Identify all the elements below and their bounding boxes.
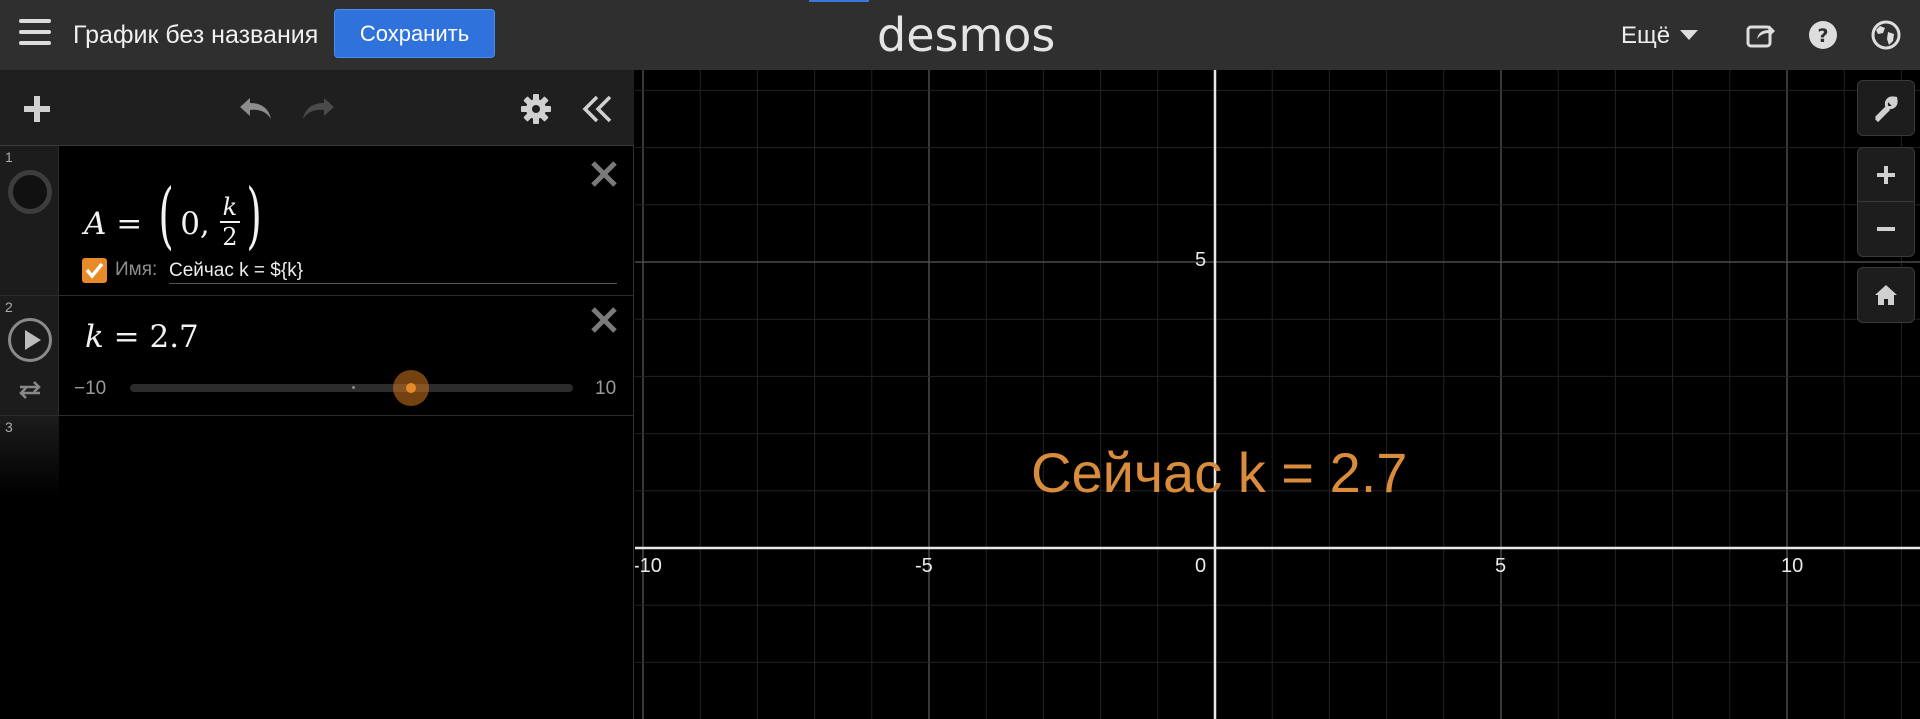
save-button[interactable]: Сохранить bbox=[334, 9, 495, 58]
expression-math[interactable]: A = (0, k 2) bbox=[84, 174, 268, 251]
slider-thumb[interactable] bbox=[393, 370, 430, 406]
x-tick-label: 10 bbox=[1781, 555, 1804, 577]
graph-settings-button[interactable] bbox=[1858, 81, 1914, 135]
label-text-input[interactable] bbox=[169, 258, 617, 284]
grid-lines bbox=[635, 70, 1920, 719]
expression-index: 1 bbox=[5, 149, 13, 165]
slider-track[interactable] bbox=[130, 384, 573, 392]
add-item-icon[interactable] bbox=[20, 92, 54, 126]
caret-down-icon bbox=[1680, 29, 1699, 40]
graph-title[interactable]: График без названия bbox=[73, 19, 318, 51]
graph-paper[interactable]: -10 -5 0 5 10 5 Сейчас k = 2.7 bbox=[635, 70, 1920, 719]
share-icon[interactable] bbox=[1746, 20, 1776, 50]
label-row: Имя: bbox=[82, 258, 617, 284]
collapse-panel-icon[interactable] bbox=[580, 92, 614, 126]
slider-zero-marker bbox=[352, 386, 355, 389]
desmos-logo: desmos bbox=[877, 8, 1056, 62]
expression-gutter: 1 bbox=[0, 146, 59, 295]
svg-text:?: ? bbox=[1817, 25, 1828, 47]
expression-gutter: 3 bbox=[0, 416, 59, 496]
undo-icon[interactable] bbox=[238, 94, 276, 124]
home-button[interactable] bbox=[1858, 268, 1914, 322]
gear-icon[interactable] bbox=[519, 92, 553, 126]
more-menu-label: Ещё bbox=[1621, 22, 1671, 49]
loop-mode-icon[interactable] bbox=[16, 378, 44, 402]
wrench-icon bbox=[1874, 96, 1898, 122]
slider-min-label[interactable]: −10 bbox=[74, 378, 106, 400]
expression-item-2[interactable]: 2 k = 2.7 −10 10 bbox=[0, 296, 634, 416]
graph-settings-group bbox=[1857, 80, 1915, 136]
top-header: График без названия Сохранить desmos Ещё… bbox=[0, 0, 1920, 70]
header-accent-bar bbox=[809, 0, 869, 2]
show-label-checkbox[interactable] bbox=[82, 258, 107, 283]
help-icon[interactable]: ? bbox=[1808, 20, 1838, 50]
play-slider-button[interactable] bbox=[8, 318, 52, 362]
expression-gutter: 2 bbox=[0, 296, 59, 415]
checkmark-icon bbox=[85, 262, 104, 279]
menu-icon[interactable] bbox=[19, 19, 51, 49]
globe-icon[interactable] bbox=[1871, 20, 1901, 50]
delete-expression-icon[interactable] bbox=[588, 304, 620, 336]
point-style-icon[interactable] bbox=[8, 170, 52, 214]
plus-icon bbox=[1877, 166, 1895, 184]
delete-expression-icon[interactable] bbox=[588, 158, 620, 190]
expression-item-1[interactable]: 1 A = (0, k 2) Имя: bbox=[0, 146, 634, 296]
zoom-controls bbox=[1857, 147, 1915, 257]
y-tick-label: 5 bbox=[1195, 249, 1207, 271]
zoom-in-button[interactable] bbox=[1858, 148, 1914, 202]
expression-panel: 1 A = (0, k2) Имя: 2 k = 2.7 −10 bbox=[0, 70, 634, 719]
more-menu-button[interactable]: Ещё bbox=[1621, 21, 1699, 51]
slider-max-label[interactable]: 10 bbox=[595, 378, 616, 400]
home-icon bbox=[1875, 285, 1897, 305]
x-tick-label: 5 bbox=[1495, 555, 1507, 577]
point-label: Сейчас k = 2.7 bbox=[1031, 441, 1408, 504]
expression-item-3[interactable]: 3 bbox=[0, 416, 634, 496]
redo-icon[interactable] bbox=[298, 94, 336, 124]
expression-math[interactable]: k = 2.7 bbox=[85, 319, 199, 355]
label-caption: Имя: bbox=[115, 259, 158, 280]
expression-index: 3 bbox=[5, 419, 13, 435]
expression-index: 2 bbox=[5, 299, 13, 315]
minus-icon bbox=[1877, 227, 1895, 231]
x-tick-label: 0 bbox=[1195, 555, 1207, 577]
default-viewport-group bbox=[1857, 267, 1915, 323]
expression-toolbar bbox=[0, 70, 634, 146]
x-tick-label: -5 bbox=[915, 555, 933, 577]
x-tick-label: -10 bbox=[635, 555, 662, 577]
zoom-out-button[interactable] bbox=[1858, 202, 1914, 256]
